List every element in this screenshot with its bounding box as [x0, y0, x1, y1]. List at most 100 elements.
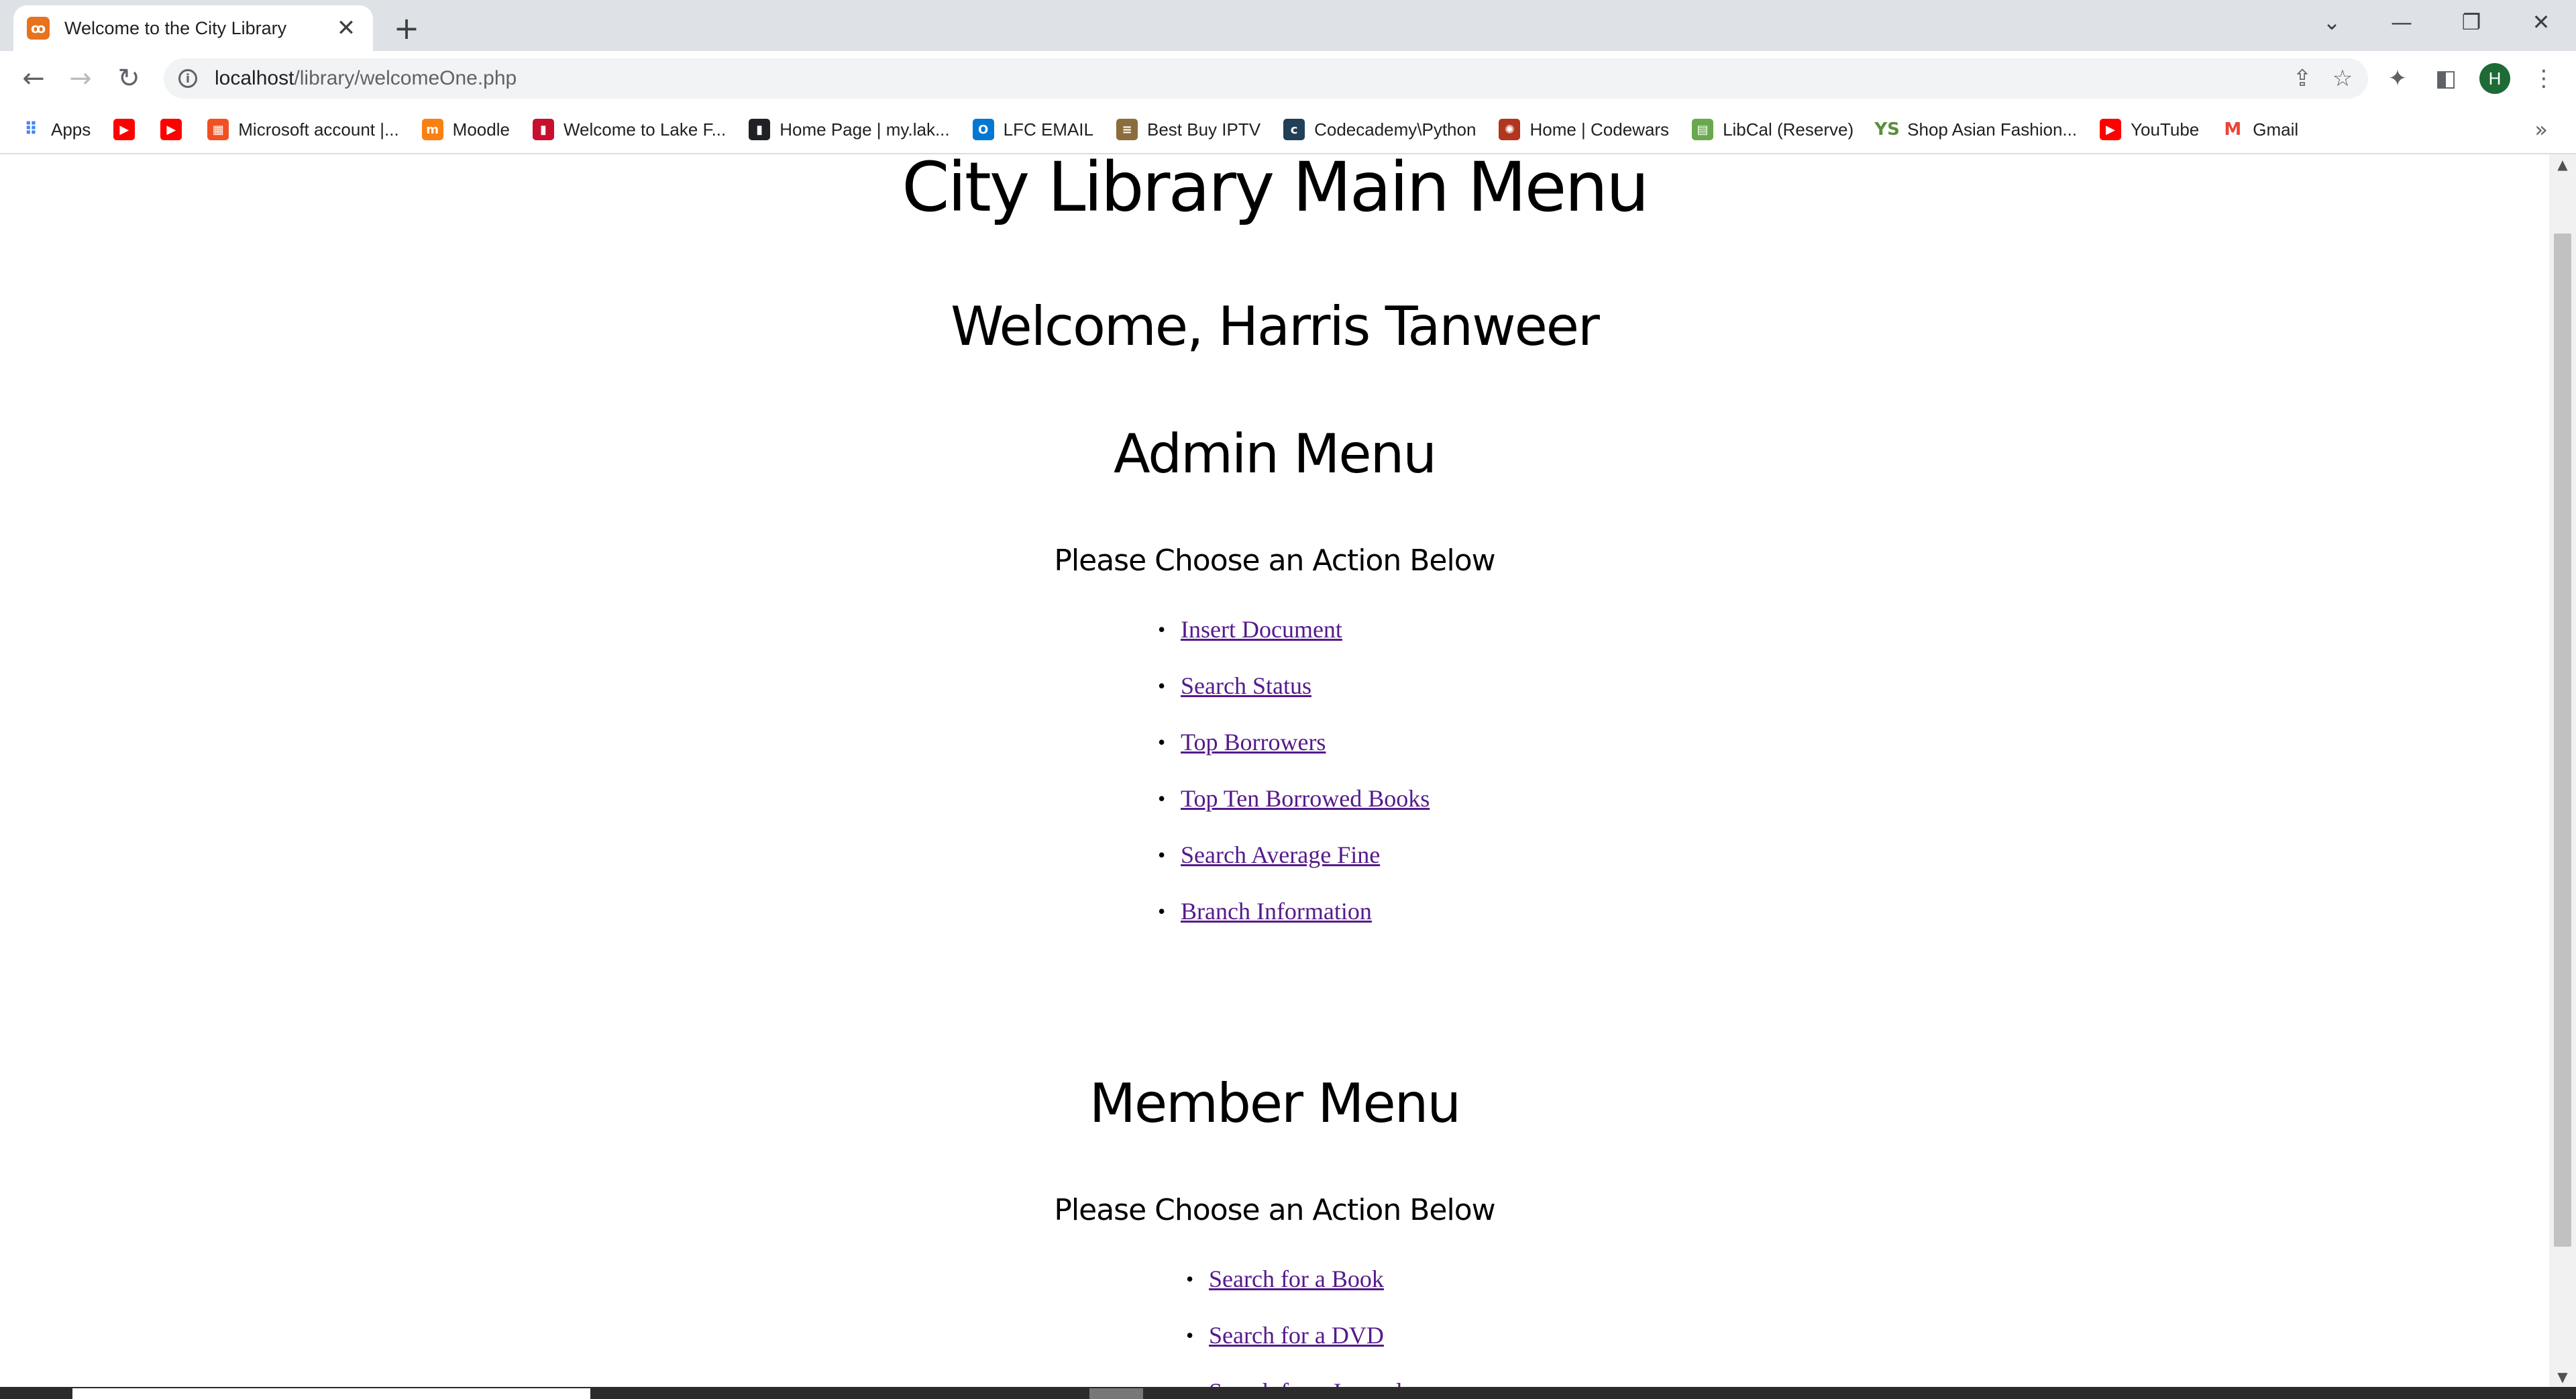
ys-icon: YS — [1874, 119, 1900, 140]
bookmark-item[interactable]: ▮ Welcome to Lake F... — [532, 119, 727, 140]
bullet-icon: • — [1158, 843, 1166, 867]
url-text[interactable]: localhost/library/welcomeOne.php — [215, 67, 517, 90]
bookmark-item[interactable]: m Moodle — [421, 119, 510, 140]
codewars-icon: ✺ — [1499, 119, 1521, 140]
admin-prompt: Please Choose an Action Below — [1054, 543, 1495, 578]
site-info-icon[interactable]: i — [178, 69, 197, 88]
admin-link-search-status[interactable]: Search Status — [1181, 658, 1311, 714]
share-icon[interactable]: ⇪ — [2286, 62, 2318, 95]
avatar[interactable]: H — [2479, 63, 2510, 94]
extensions-puzzle-icon[interactable]: ✦ — [2379, 60, 2416, 97]
bookmark-label: Welcome to Lake F... — [563, 119, 727, 140]
member-link-search-for-a-book[interactable]: Search for a Book — [1209, 1251, 1384, 1307]
bullet-icon: • — [1186, 1363, 1193, 1387]
tab-active[interactable]: ꝏ Welcome to the City Library ✕ — [13, 5, 373, 51]
bullet-icon: • — [1158, 730, 1166, 754]
bookmark-item[interactable]: ≡ Best Buy IPTV — [1116, 119, 1260, 140]
admin-link-top-borrowers[interactable]: Top Borrowers — [1181, 714, 1326, 770]
bookmark-item[interactable]: ▮ Home Page | my.lak... — [749, 119, 950, 140]
bookmark-item[interactable]: M Gmail — [2222, 119, 2298, 140]
bookmarks-bar: ⠿ Apps ▶ ▶ ▦ Microsoft account |... m Moodle ▮ We… — [0, 106, 2576, 154]
bookmark-item[interactable]: c Codecademy\Python — [1283, 119, 1476, 140]
scroll-up-arrow-icon[interactable]: ▲ — [2549, 154, 2576, 174]
member-link-search-for-a-journal[interactable]: Search for a Journal — [1209, 1363, 1403, 1387]
admin-link-top-ten-borrowed-books[interactable]: Top Ten Borrowed Books — [1181, 770, 1430, 827]
list-item: • Insert Document — [0, 601, 2549, 658]
bookmark-label: Gmail — [2253, 119, 2299, 140]
bookmark-label: Shop Asian Fashion... — [1907, 119, 2078, 140]
bookmark-item[interactable]: YS Shop Asian Fashion... — [1874, 119, 2078, 140]
member-links-list: • Search for a Book • Search for a DVD • Sear… — [0, 1251, 2549, 1387]
bullet-icon: • — [1186, 1267, 1194, 1291]
list-item: • Top Ten Borrowed Books — [0, 770, 2549, 827]
vertical-scrollbar[interactable]: ▲ ▼ — [2549, 154, 2576, 1387]
xampp-icon: ꝏ — [27, 17, 50, 40]
bookmark-label: Home | Codewars — [1529, 119, 1670, 140]
admin-menu-heading: Admin Menu — [1113, 423, 1437, 485]
moodle-icon: m — [421, 119, 443, 140]
bookmark-label: LibCal (Reserve) — [1723, 119, 1854, 140]
apps-grid-icon: ⠿ — [23, 119, 38, 140]
list-item: • Branch Information — [0, 883, 2549, 939]
bookmark-label: Moodle — [452, 119, 510, 140]
codecademy-icon: c — [1283, 119, 1305, 140]
bullet-icon: • — [1158, 617, 1166, 641]
member-link-search-for-a-dvd[interactable]: Search for a DVD — [1209, 1307, 1384, 1363]
restore-icon[interactable]: ❐ — [2451, 5, 2491, 39]
scroll-down-arrow-icon[interactable]: ▼ — [2549, 1367, 2576, 1387]
side-panel-icon[interactable]: ◧ — [2427, 60, 2465, 97]
close-window-icon[interactable]: ✕ — [2521, 5, 2561, 39]
tab-search-icon[interactable]: ⌄ — [2312, 5, 2352, 39]
bookmark-label: LFC EMAIL — [1003, 119, 1093, 140]
youtube-icon: ▶ — [113, 119, 136, 140]
browser-toolbar: ← → ↻ i localhost/library/welcomeOne.php… — [0, 51, 2576, 106]
bookmark-item[interactable]: ✺ Home | Codewars — [1499, 119, 1669, 140]
book-icon: ▮ — [532, 119, 554, 140]
bullet-icon: • — [1158, 899, 1166, 923]
tab-strip: ꝏ Welcome to the City Library ✕ + ⌄ — ❐ … — [0, 0, 2576, 51]
list-item: • Search for a Book — [0, 1251, 2549, 1307]
forward-arrow-icon[interactable]: → — [62, 60, 99, 97]
member-prompt: Please Choose an Action Below — [1054, 1193, 1495, 1227]
close-tab-icon[interactable]: ✕ — [333, 15, 360, 42]
list-item: • Search Status — [0, 658, 2549, 714]
tab-title: Welcome to the City Library — [64, 17, 287, 38]
minimize-icon[interactable]: — — [2381, 5, 2422, 39]
address-bar[interactable]: i localhost/library/welcomeOne.php ⇪ ☆ — [164, 58, 2368, 99]
page-content: City Library Main Menu Welcome, Harris T… — [0, 154, 2549, 1387]
menu-kebab-icon[interactable]: ⋮ — [2525, 60, 2563, 97]
url-path: /library/welcomeOne.php — [294, 67, 517, 89]
taskbar-segment — [1089, 1388, 1143, 1399]
scrollbar-thumb[interactable] — [2554, 234, 2571, 1247]
libcal-icon: ▤ — [1692, 119, 1714, 140]
microsoft-icon: ▦ — [207, 119, 229, 140]
list-item: • Search Average Fine — [0, 827, 2549, 883]
taskbar-strip — [0, 1387, 2576, 1399]
bookmark-item[interactable]: O LFC EMAIL — [972, 119, 1093, 140]
star-icon[interactable]: ☆ — [2326, 62, 2359, 95]
taskbar-segment — [72, 1388, 590, 1399]
admin-link-search-average-fine[interactable]: Search Average Fine — [1181, 827, 1380, 883]
bookmark-item[interactable]: ⠿ Apps — [20, 119, 91, 140]
bookmark-item[interactable]: ▶ — [113, 119, 136, 140]
bookmark-label: Home Page | my.lak... — [780, 119, 950, 140]
bookmark-label: Best Buy IPTV — [1147, 119, 1261, 140]
list-item: • Top Borrowers — [0, 714, 2549, 770]
bookmark-item[interactable]: ▶ — [160, 119, 182, 140]
more-bookmarks-icon[interactable]: » — [2534, 117, 2548, 142]
bookmark-item[interactable]: ▤ LibCal (Reserve) — [1692, 119, 1854, 140]
new-tab-button[interactable]: + — [388, 9, 425, 47]
bookmark-item[interactable]: ▶ YouTube — [2100, 119, 2199, 140]
page-viewport: City Library Main Menu Welcome, Harris T… — [0, 154, 2549, 1387]
bullet-icon: • — [1186, 1323, 1194, 1347]
bookmark-label: Apps — [51, 119, 91, 140]
bookmark-label: Codecademy\Python — [1314, 119, 1477, 140]
back-arrow-icon[interactable]: ← — [15, 60, 52, 97]
document-icon: ≡ — [1116, 119, 1138, 140]
reload-icon[interactable]: ↻ — [110, 60, 148, 97]
bookmark-label: YouTube — [2131, 119, 2200, 140]
bookmark-label: Microsoft account |... — [238, 119, 399, 140]
bookmark-item[interactable]: ▦ Microsoft account |... — [207, 119, 399, 140]
admin-link-branch-information[interactable]: Branch Information — [1181, 883, 1372, 939]
admin-link-insert-document[interactable]: Insert Document — [1181, 601, 1342, 658]
